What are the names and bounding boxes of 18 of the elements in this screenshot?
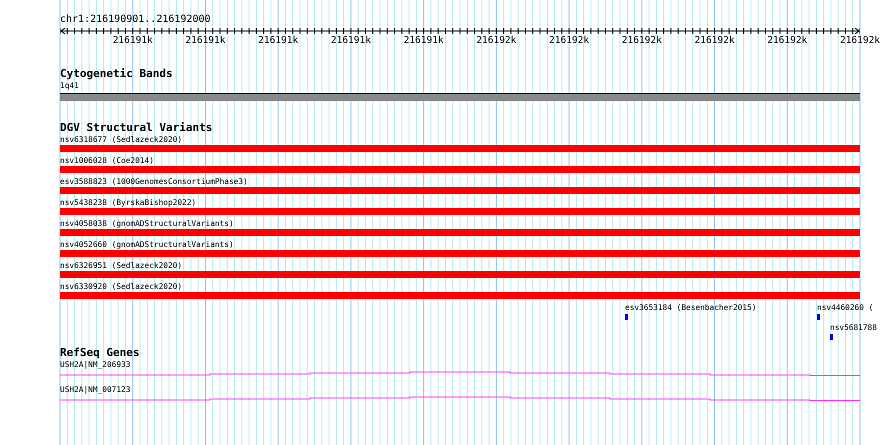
location-label: chr1:216190901..216192000 — [60, 14, 212, 26]
tick-label: 216192k — [840, 36, 880, 46]
tick-label: 216191k — [185, 36, 226, 46]
tick-label: 216192k — [549, 36, 590, 46]
tick-label: 216191k — [404, 36, 444, 46]
track-title: Cytogenetic Bands — [60, 68, 174, 80]
variant-mark — [830, 334, 833, 340]
track-title: DGV Structural Variants — [60, 122, 214, 134]
tick-label: 216192k — [476, 36, 516, 46]
tick-label: 216192k — [767, 36, 808, 46]
track-title: RefSeq Genes — [60, 347, 140, 359]
tick-label: 216191k — [258, 36, 298, 46]
tick-label: 216191k — [330, 36, 371, 46]
tick-label: 216192k — [694, 36, 735, 46]
variant-mark — [817, 314, 820, 320]
variant-mark — [625, 314, 628, 320]
tick-label: 216191k — [112, 36, 153, 46]
tick-label: 216192k — [622, 36, 662, 46]
